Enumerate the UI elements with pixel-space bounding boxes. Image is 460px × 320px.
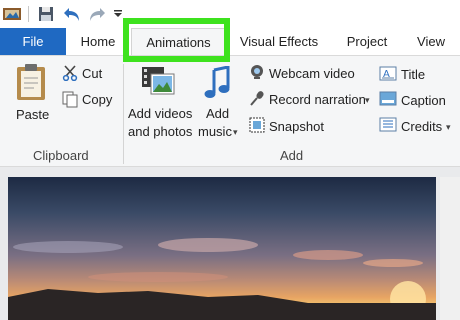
tab-home[interactable]: Home	[72, 28, 124, 55]
tab-file[interactable]: File	[0, 28, 66, 55]
paste-icon[interactable]	[14, 62, 48, 102]
snapshot-icon[interactable]	[249, 117, 265, 133]
add-videos-line2[interactable]: and photos	[128, 124, 192, 139]
snapshot-button[interactable]: Snapshot	[269, 119, 324, 134]
vertical-scrollbar[interactable]	[440, 177, 460, 320]
preview-area	[0, 167, 460, 320]
tab-project[interactable]: Project	[338, 28, 396, 55]
title-button[interactable]: Title	[401, 67, 425, 82]
record-narration-button[interactable]: Record narration	[269, 92, 366, 107]
microphone-icon[interactable]	[249, 90, 265, 106]
copy-icon[interactable]	[62, 91, 78, 108]
add-music-dropdown-icon[interactable]: ▾	[233, 127, 238, 138]
copy-button[interactable]: Copy	[82, 92, 112, 107]
clipboard-group-label: Clipboard	[33, 148, 89, 163]
caption-button[interactable]: Caption	[401, 93, 446, 108]
record-narration-dropdown-icon[interactable]: ▾	[365, 95, 370, 106]
ribbon-tabs: File Home Animations Visual Effects Proj…	[0, 28, 460, 55]
group-separator	[123, 64, 124, 164]
tab-view[interactable]: View	[408, 28, 454, 55]
undo-icon[interactable]	[63, 6, 81, 22]
caption-icon[interactable]	[379, 91, 397, 106]
add-music-line1[interactable]: Add	[206, 106, 229, 121]
music-note-icon[interactable]	[204, 66, 232, 100]
quick-access-toolbar	[0, 0, 460, 28]
cut-icon[interactable]	[62, 65, 78, 81]
tab-visual-effects[interactable]: Visual Effects	[234, 28, 324, 55]
credits-icon[interactable]	[379, 117, 397, 132]
save-icon[interactable]	[38, 6, 54, 22]
credits-dropdown-icon[interactable]: ▾	[446, 122, 451, 133]
webcam-video-button[interactable]: Webcam video	[269, 66, 355, 81]
add-group-label: Add	[280, 148, 304, 163]
credits-button[interactable]: Credits	[401, 119, 442, 134]
webcam-icon[interactable]	[249, 64, 265, 80]
app-icon[interactable]	[2, 5, 24, 23]
cut-button[interactable]: Cut	[82, 66, 102, 81]
ribbon-panel: Paste Cut Copy Clipboard Add videos and …	[0, 55, 460, 167]
toolbar-separator	[28, 6, 29, 22]
tab-animations[interactable]: Animations	[131, 28, 226, 55]
sunset-landscape-image	[8, 238, 436, 320]
title-icon[interactable]: A	[379, 66, 397, 81]
redo-icon[interactable]	[88, 6, 106, 22]
add-videos-photos-icon[interactable]	[141, 64, 175, 98]
preview-image	[8, 177, 436, 320]
add-videos-line1[interactable]: Add videos	[128, 106, 192, 121]
paste-button[interactable]: Paste	[16, 107, 49, 122]
add-music-line2[interactable]: music	[198, 124, 232, 139]
customize-icon[interactable]	[113, 9, 123, 19]
